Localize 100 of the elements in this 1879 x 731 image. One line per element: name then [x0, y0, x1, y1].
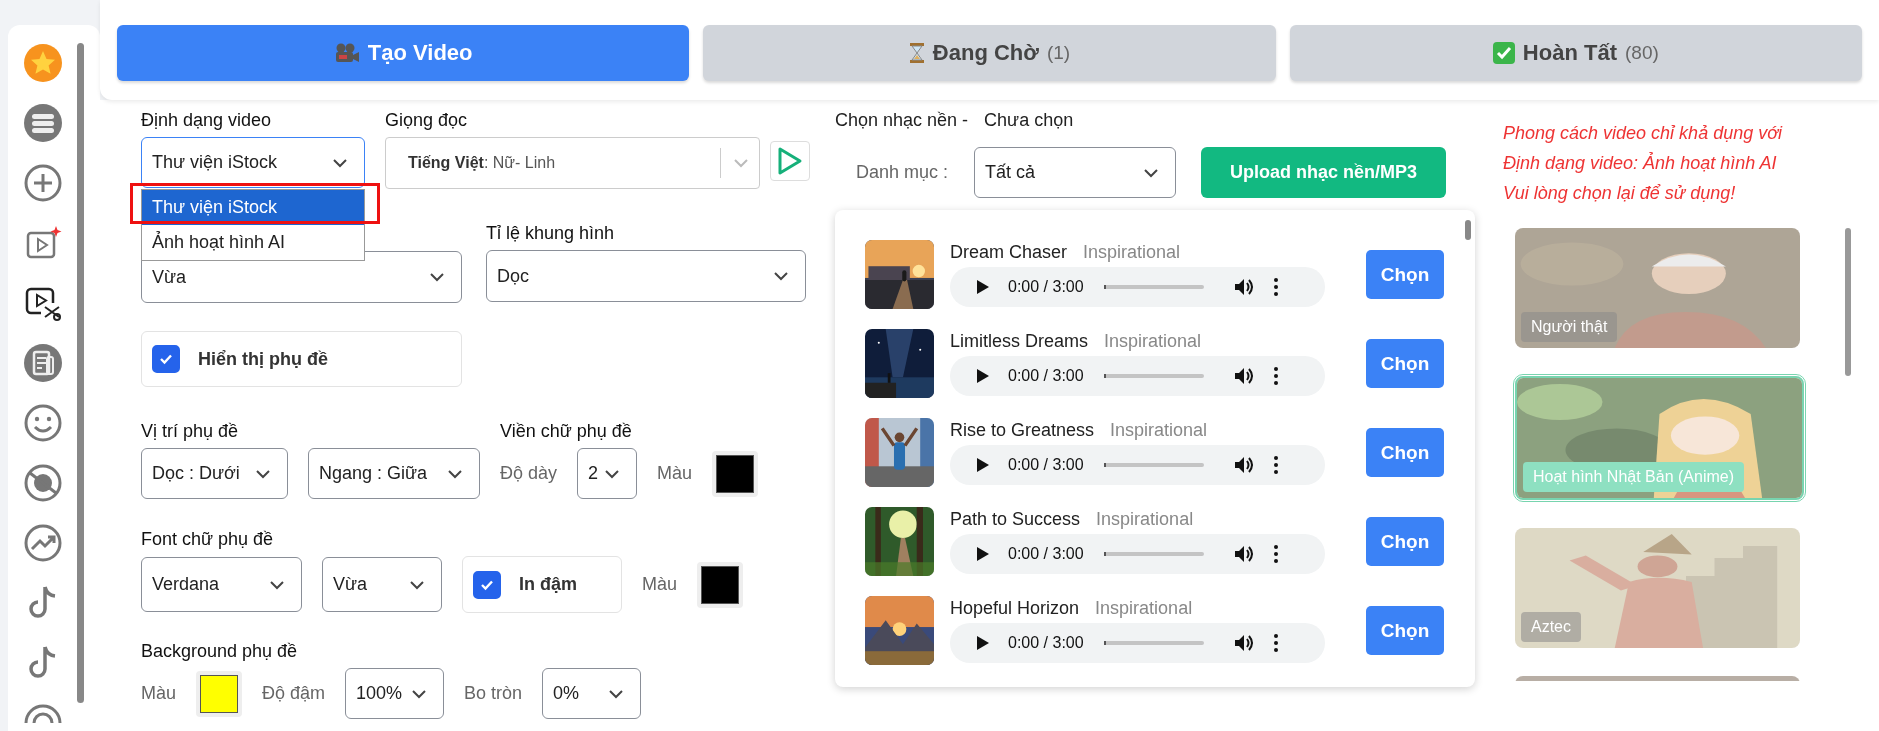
- play-icon[interactable]: [976, 635, 990, 651]
- document-icon[interactable]: [23, 343, 63, 383]
- track-title: Dream Chaser: [950, 242, 1068, 263]
- time-text: 0:00 / 3:00: [1008, 367, 1084, 385]
- checkbox[interactable]: [152, 345, 180, 373]
- field-label: Font chữ phụ đề: [141, 529, 275, 550]
- chevron-icon: [411, 688, 428, 699]
- select-field[interactable]: 100%: [345, 668, 445, 719]
- field-label: Tỉ lệ khung hình: [486, 223, 616, 244]
- scrollbar[interactable]: [1845, 228, 1851, 376]
- chevron-icon: [409, 579, 425, 590]
- progress-slider[interactable]: [1103, 374, 1204, 378]
- more-icon[interactable]: [1273, 456, 1278, 474]
- more-icon[interactable]: [1273, 634, 1278, 652]
- hourglass-icon: [908, 42, 925, 64]
- tab[interactable]: Tạo Video: [117, 25, 690, 81]
- track-title: Rise to Greatness: [950, 420, 1095, 441]
- chevron-icon: [604, 468, 621, 479]
- volume-icon[interactable]: [1233, 456, 1254, 474]
- checkbox-label: In đậm: [519, 574, 577, 595]
- track-title: Limitless Dreams: [950, 331, 1089, 352]
- select-field[interactable]: Dọc : Dưới: [141, 448, 288, 499]
- chevron-icon: [1143, 167, 1160, 178]
- warning-text: Vui lòng chọn lại để sử dụng!: [1503, 182, 1737, 205]
- status-text: Chưa chọn: [984, 110, 1074, 131]
- chevron-icon: [332, 157, 348, 168]
- more-icon[interactable]: [1273, 367, 1278, 385]
- select-button[interactable]: Chọn: [1366, 428, 1444, 477]
- field-label: Danh mục :: [856, 162, 949, 183]
- time-text: 0:00 / 3:00: [1008, 456, 1084, 474]
- field-label: Background phụ đề: [141, 641, 299, 662]
- chevron-icon: [429, 272, 445, 282]
- track-title: Path to Success: [950, 509, 1081, 530]
- scrollbar[interactable]: [1465, 220, 1471, 240]
- volume-icon[interactable]: [1233, 545, 1254, 563]
- list-icon[interactable]: [23, 103, 63, 143]
- color-swatch[interactable]: [712, 450, 759, 497]
- select-field[interactable]: Tất cả: [974, 147, 1177, 198]
- progress-slider[interactable]: [1103, 552, 1204, 556]
- play-icon[interactable]: [976, 279, 990, 295]
- select-field[interactable]: 2: [577, 448, 638, 499]
- style-label: Aztec: [1521, 612, 1581, 642]
- select-field[interactable]: Thư viện iStock: [141, 137, 365, 188]
- time-text: 0:00 / 3:00: [1008, 634, 1084, 652]
- play-button[interactable]: [770, 141, 810, 181]
- field-label: Màu: [657, 463, 693, 484]
- chevron-icon: [255, 468, 271, 479]
- field-label: Màu: [141, 683, 176, 704]
- select-button[interactable]: Chọn: [1366, 250, 1444, 299]
- dropdown-option[interactable]: Thư viện iStock: [142, 190, 364, 225]
- select-field[interactable]: Tiếng Việt: Nữ- Linh: [385, 137, 760, 189]
- field-label: Bo tròn: [464, 683, 523, 704]
- chevron-icon: [269, 579, 285, 590]
- volume-icon[interactable]: [1233, 278, 1254, 296]
- progress-slider[interactable]: [1103, 285, 1204, 289]
- select-field[interactable]: Ngang : Giữa: [308, 448, 480, 499]
- more-icon[interactable]: [1273, 545, 1278, 563]
- checkbox-label: Hiển thị phụ đề: [198, 348, 328, 370]
- track-genre: Inspirational: [1096, 509, 1194, 530]
- camera-icon: [333, 42, 360, 64]
- select-field[interactable]: Vừa: [322, 557, 442, 612]
- play-icon[interactable]: [976, 368, 990, 384]
- select-field[interactable]: Dọc: [486, 250, 806, 302]
- style-label: Người thật: [1521, 312, 1618, 342]
- field-label: Vị trí phụ đề: [141, 421, 240, 442]
- field-label: Độ dày: [500, 463, 558, 484]
- tab[interactable]: Đang Chờ (1): [703, 25, 1276, 81]
- plus-icon[interactable]: [23, 163, 63, 203]
- time-text: 0:00 / 3:00: [1008, 278, 1084, 296]
- warning-text: Phong cách video chỉ khả dụng với Định dạng video: Ảnh hoạt hình AI: [1503, 122, 1784, 175]
- ad-icon[interactable]: [23, 463, 63, 503]
- track-genre: Inspirational: [1095, 598, 1193, 619]
- trend-icon[interactable]: [23, 523, 63, 563]
- progress-slider[interactable]: [1103, 641, 1204, 645]
- chevron-icon: [773, 271, 789, 281]
- volume-icon[interactable]: [1233, 367, 1254, 385]
- tab[interactable]: Hoàn Tất (80): [1289, 25, 1862, 81]
- select-button[interactable]: Chọn: [1366, 339, 1444, 388]
- track-genre: Inspirational: [1083, 242, 1181, 263]
- track-genre: Inspirational: [1110, 420, 1208, 441]
- field-label: Độ đậm: [262, 683, 326, 704]
- checkbox[interactable]: [473, 570, 501, 599]
- select-field[interactable]: 0%: [542, 668, 642, 719]
- color-swatch[interactable]: [697, 561, 743, 608]
- more-icon[interactable]: [1273, 278, 1278, 296]
- progress-slider[interactable]: [1103, 463, 1204, 467]
- select-button[interactable]: Chọn: [1366, 517, 1444, 566]
- play-icon[interactable]: [976, 546, 990, 562]
- chevron-icon: [608, 688, 625, 699]
- track-genre: Inspirational: [1104, 331, 1202, 352]
- color-swatch[interactable]: [196, 670, 242, 717]
- field-label: Định dạng video: [141, 110, 273, 131]
- time-text: 0:00 / 3:00: [1008, 545, 1084, 563]
- scrollbar[interactable]: [77, 43, 84, 703]
- play-icon[interactable]: [976, 457, 990, 473]
- select-field[interactable]: Verdana: [141, 557, 302, 612]
- smiley-icon[interactable]: [23, 403, 63, 443]
- volume-icon[interactable]: [1233, 634, 1254, 652]
- track-title: Hopeful Horizon: [950, 598, 1080, 619]
- select-button[interactable]: Chọn: [1366, 606, 1444, 655]
